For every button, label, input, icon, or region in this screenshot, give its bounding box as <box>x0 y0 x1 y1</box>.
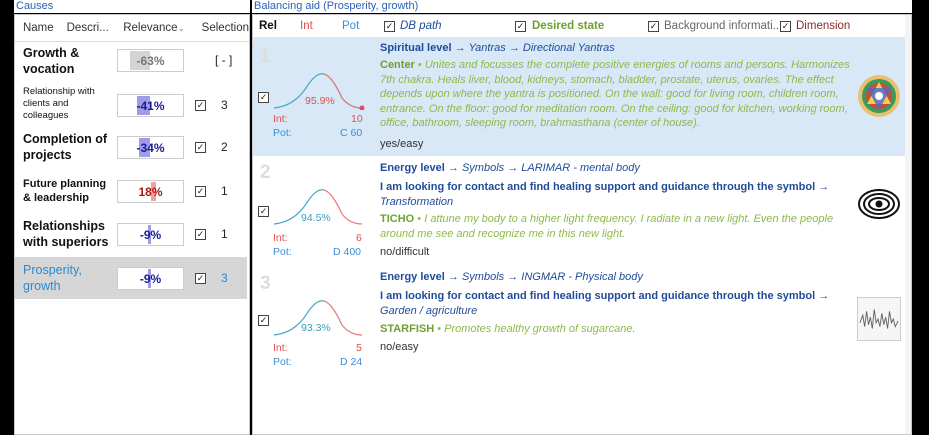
selection-value[interactable]: 2 <box>221 140 228 154</box>
cause-name: Prosperity, growth <box>23 263 82 293</box>
pot-label: Pot: <box>273 246 292 258</box>
selection-checkbox[interactable]: ✓ <box>195 100 206 111</box>
relevance-value: -34% <box>136 141 165 155</box>
cause-name: Relationships with superiors <box>23 219 109 249</box>
db-path-checkbox[interactable]: ✓ <box>384 21 395 32</box>
int-value: 5 <box>356 342 362 354</box>
selection-value[interactable]: 1 <box>221 227 228 241</box>
selection-checkbox[interactable]: ✓ <box>195 229 206 240</box>
desired-state-checkbox[interactable]: ✓ <box>515 21 526 32</box>
background-info: STARFISH • Promotes healthy growth of su… <box>380 323 636 335</box>
column-int[interactable]: Int <box>300 20 313 32</box>
dimension-value: no/easy <box>380 341 419 353</box>
selection-value[interactable]: [ - ] <box>215 53 232 67</box>
relevance-meter: -9% <box>117 223 184 246</box>
cause-row[interactable]: Relationships with superiors -9% ✓ 1 <box>15 213 247 255</box>
desired-state: I am looking for contact and find healin… <box>380 290 830 317</box>
relevance-meter: -41% <box>117 94 184 117</box>
column-dimension[interactable]: Dimension <box>796 20 850 32</box>
background-info: Center • Unites and focusses the complet… <box>380 59 850 129</box>
cause-name: Future planning & leadership <box>23 178 107 204</box>
dimension-value: yes/easy <box>380 138 424 150</box>
selection-value[interactable]: 3 <box>221 271 228 285</box>
scrollbar[interactable] <box>905 15 911 434</box>
selection-value[interactable]: 3 <box>221 98 228 112</box>
relevance-value: -63% <box>136 54 165 68</box>
row-number: 1 <box>260 46 271 67</box>
row-checkbox[interactable]: ✓ <box>258 92 269 103</box>
db-path: Spiritual level → Yantras → Directional … <box>380 42 615 54</box>
selection-checkbox[interactable]: ✓ <box>195 142 206 153</box>
balancing-aid-panel: Rel Int Pot ✓ DB path ✓ Desired state ✓ … <box>252 14 912 435</box>
column-pot[interactable]: Pot <box>342 20 359 32</box>
cause-row-selected[interactable]: Prosperity, growth -9% ✓ 3 <box>15 257 247 299</box>
cause-row[interactable]: Completion of projects -34% ✓ 2 <box>15 128 247 168</box>
dimension-value: no/difficult <box>380 246 430 258</box>
selection-checkbox[interactable]: ✓ <box>195 186 206 197</box>
cause-name: Relationship with clients and colleagues <box>23 86 95 121</box>
cause-row[interactable]: Relationship with clients and colleagues… <box>15 84 247 128</box>
relevance-meter: -34% <box>117 136 184 159</box>
int-value: 6 <box>356 232 362 244</box>
pot-value: C 60 <box>340 127 363 139</box>
int-label: Int: <box>273 232 288 244</box>
column-desired-state[interactable]: Desired state <box>532 20 604 32</box>
column-relevance[interactable]: Relevance <box>123 22 178 34</box>
cause-row[interactable]: Growth & vocation -63% [ - ] <box>15 43 247 79</box>
causes-panel: Name Descri... Relevance ⌄ Selection Gro… <box>14 14 250 435</box>
column-db-path[interactable]: DB path <box>400 20 442 32</box>
relevance-value: 18% <box>138 185 163 199</box>
relevance-value: -41% <box>136 99 165 113</box>
mandala-icon <box>858 75 900 117</box>
eye-symbol-icon <box>858 189 900 219</box>
balancing-aid-pane-title: Balancing aid (Prosperity, growth) <box>252 0 912 13</box>
desired-state: I am looking for contact and find healin… <box>380 181 830 208</box>
db-path: Energy level → Symbols → INGMAR - Physic… <box>380 271 643 283</box>
int-value: 10 <box>351 113 363 125</box>
column-selection[interactable]: Selection <box>202 22 249 34</box>
causes-pane-title: Causes <box>14 0 250 13</box>
column-rel[interactable]: Rel <box>259 20 277 32</box>
row-checkbox[interactable]: ✓ <box>258 315 269 326</box>
relevance-meter: -9% <box>117 267 184 290</box>
row-number: 3 <box>260 273 271 294</box>
db-path: Energy level → Symbols → LARIMAR - menta… <box>380 162 640 174</box>
waveform-icon <box>857 297 901 341</box>
aid-header: Rel Int Pot ✓ DB path ✓ Desired state ✓ … <box>253 15 911 38</box>
cause-name: Completion of projects <box>23 132 108 162</box>
relevance-meter: -63% <box>117 49 184 72</box>
row-checkbox[interactable]: ✓ <box>258 206 269 217</box>
aid-row-selected[interactable]: 1 ✓ 95.9% Int: 10 Pot: C 60 Spiritual le… <box>253 38 908 156</box>
int-label: Int: <box>273 113 288 125</box>
sort-chevron-icon[interactable]: ⌄ <box>178 24 202 33</box>
column-background[interactable]: Background informati... <box>664 20 782 32</box>
row-number: 2 <box>260 162 271 183</box>
dimension-checkbox[interactable]: ✓ <box>780 21 791 32</box>
relevance-percent: 95.9% <box>305 95 335 107</box>
selection-checkbox[interactable]: ✓ <box>195 273 206 284</box>
aid-row[interactable]: 3 ✓ 93.3% Int: 5 Pot: D 24 Energy level … <box>253 267 908 377</box>
cause-row[interactable]: Future planning & leadership 18% ✓ 1 <box>15 172 247 212</box>
pot-label: Pot: <box>273 127 292 139</box>
relevance-value: -9% <box>139 228 162 242</box>
background-info: TICHO • I attune my body to a higher lig… <box>380 213 834 240</box>
relevance-value: -9% <box>139 272 162 286</box>
relevance-percent: 93.3% <box>301 322 331 334</box>
selection-value[interactable]: 1 <box>221 184 228 198</box>
pot-label: Pot: <box>273 356 292 368</box>
causes-header: Name Descri... Relevance ⌄ Selection <box>15 15 249 42</box>
cause-name: Growth & vocation <box>23 46 80 76</box>
pot-value: D 400 <box>333 246 362 258</box>
relevance-percent: 94.5% <box>301 212 331 224</box>
column-description[interactable]: Descri... <box>67 22 124 34</box>
relevance-meter: 18% <box>117 180 184 203</box>
pot-value: D 24 <box>340 356 363 368</box>
column-name[interactable]: Name <box>23 22 67 34</box>
int-label: Int: <box>273 342 288 354</box>
aid-row[interactable]: 2 ✓ 94.5% Int: 6 Pot: D 400 Energy level… <box>253 158 908 263</box>
background-checkbox[interactable]: ✓ <box>648 21 659 32</box>
